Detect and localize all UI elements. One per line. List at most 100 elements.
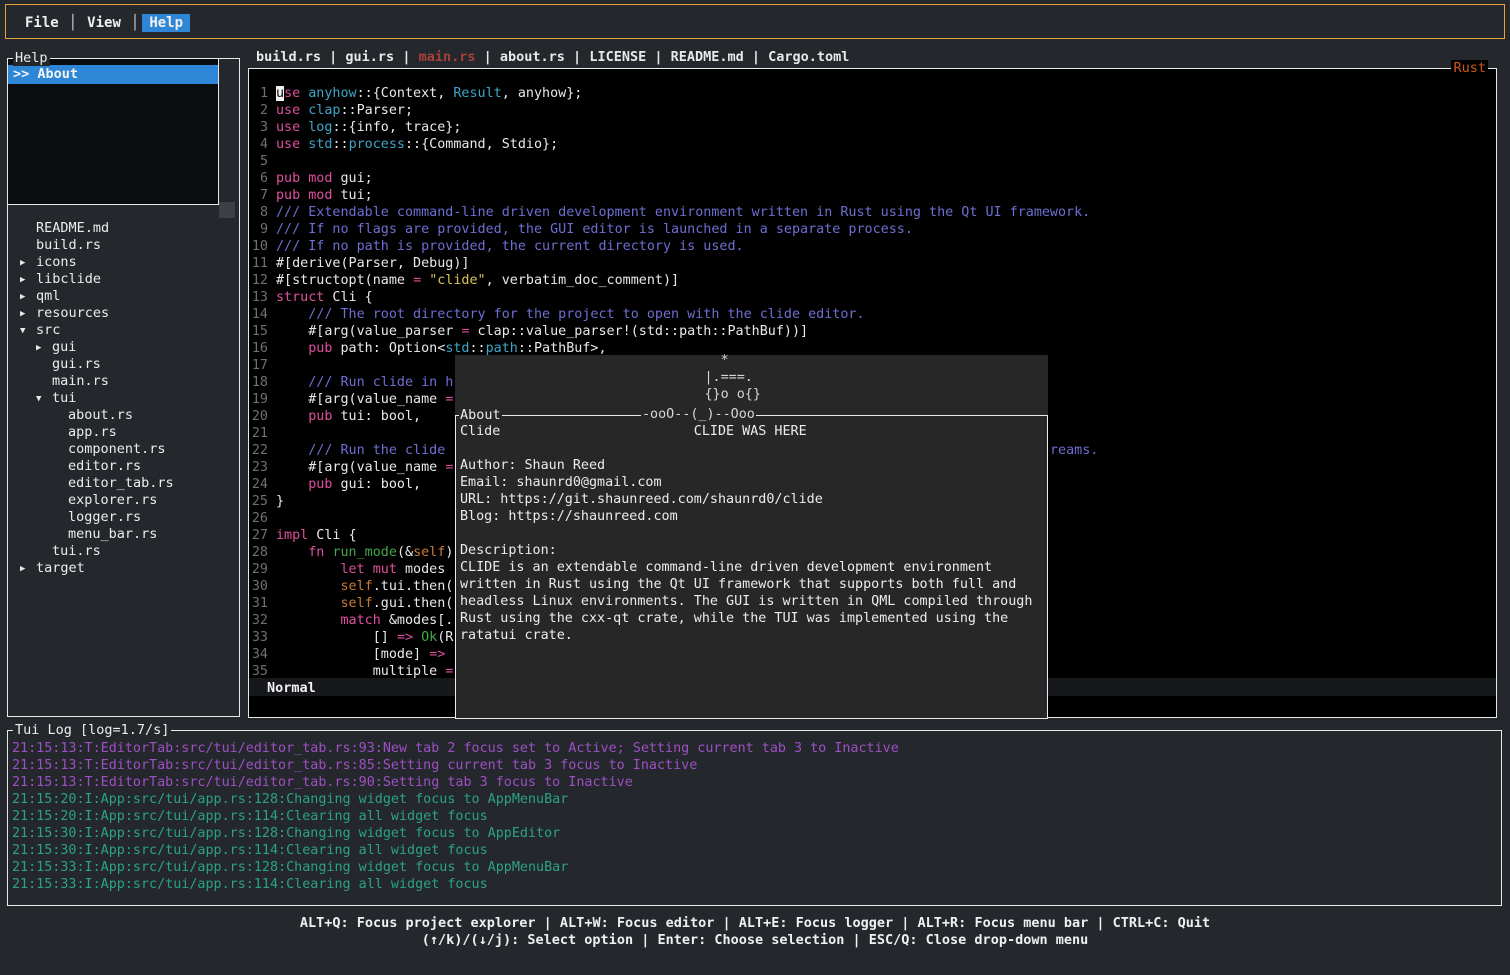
tree-item-build.rs[interactable]: build.rs	[8, 237, 239, 254]
help-menu-option-about[interactable]: >> About	[8, 65, 218, 84]
tree-item-editor_tab.rs[interactable]: editor_tab.rs	[8, 475, 239, 492]
menu-item-help[interactable]: Help	[142, 14, 190, 32]
tree-item-libclide[interactable]: ▶libclide	[8, 271, 239, 288]
about-dialog-line: Description:	[460, 542, 1047, 559]
code-token	[276, 409, 308, 424]
tree-item-editor.rs[interactable]: editor.rs	[8, 458, 239, 475]
code-token: match	[341, 613, 381, 628]
tab-build.rs[interactable]: build.rs	[256, 49, 321, 65]
help-dropdown-title: Help	[13, 50, 50, 66]
tree-item-label: editor_tab.rs	[68, 475, 174, 491]
log-entry: 21:15:13:T:EditorTab:src/tui/editor_tab.…	[12, 757, 1501, 774]
tab-license[interactable]: LICENSE	[589, 49, 646, 65]
code-text: #[arg(value_name =	[276, 459, 453, 476]
about-dialog-box: About -ooO--(_)--Ooo Clide CLIDE WAS HER…	[455, 415, 1048, 719]
tab-gui.rs[interactable]: gui.rs	[345, 49, 394, 65]
tree-item-menu_bar.rs[interactable]: menu_bar.rs	[8, 526, 239, 543]
tree-item-about.rs[interactable]: about.rs	[8, 407, 239, 424]
tree-item-target[interactable]: ▶target	[8, 560, 239, 577]
footer-shortcuts-line1: ALT+Q: Focus project explorer | ALT+W: F…	[0, 915, 1510, 932]
code-text: /// The root directory for the project t…	[276, 306, 865, 323]
tree-item-label: resources	[36, 305, 109, 321]
tree-item-label: app.rs	[68, 424, 117, 440]
about-dialog-line: Author: Shaun Reed	[460, 457, 1047, 474]
code-line: 3use log::{info, trace};	[249, 119, 1496, 136]
code-text: }	[276, 493, 284, 510]
code-token: ::PathBuf>,	[518, 341, 607, 356]
tree-item-tui.rs[interactable]: tui.rs	[8, 543, 239, 560]
tree-item-icons[interactable]: ▶icons	[8, 254, 239, 271]
code-token: =>	[397, 630, 413, 645]
code-text: impl Cli {	[276, 527, 357, 544]
tree-item-label: target	[36, 560, 85, 576]
tab-readme.md[interactable]: README.md	[671, 49, 744, 65]
code-token: #[arg(value_name	[276, 460, 445, 475]
code-token: Cli {	[308, 528, 356, 543]
tree-item-src[interactable]: ▼src	[8, 322, 239, 339]
line-number: 10	[249, 238, 268, 255]
tab-separator: |	[476, 49, 500, 65]
tree-item-explorer.rs[interactable]: explorer.rs	[8, 492, 239, 509]
code-line: 6pub mod gui;	[249, 170, 1496, 187]
tree-item-component.rs[interactable]: component.rs	[8, 441, 239, 458]
code-token: )	[445, 545, 453, 560]
tab-cargo.toml[interactable]: Cargo.toml	[768, 49, 849, 65]
tab-main.rs[interactable]: main.rs	[419, 49, 476, 65]
log-entry: 21:15:20:I:App:src/tui/app.rs:114:Cleari…	[12, 808, 1501, 825]
line-number: 8	[249, 204, 268, 221]
about-dialog-line: ratatui crate.	[460, 627, 1047, 644]
code-token	[365, 562, 373, 577]
code-text: self.tui.then(	[276, 578, 453, 595]
line-number: 24	[249, 476, 268, 493]
menu-item-file[interactable]: File	[18, 14, 66, 32]
code-token: /// Extendable command-line driven devel…	[276, 205, 1090, 220]
tree-item-logger.rs[interactable]: logger.rs	[8, 509, 239, 526]
log-entries: 21:15:13:T:EditorTab:src/tui/editor_tab.…	[8, 731, 1501, 893]
code-token: , verbatim_doc_comment)]	[486, 273, 679, 288]
tab-about.rs[interactable]: about.rs	[500, 49, 565, 65]
code-token: self	[341, 579, 373, 594]
chevron-collapsed-icon: ▶	[20, 289, 36, 306]
explorer-scrollbar-thumb[interactable]	[219, 202, 235, 218]
code-line: 10/// If no path is provided, the curren…	[249, 238, 1496, 255]
code-token: self	[413, 545, 445, 560]
code-token: Result	[453, 86, 501, 101]
tree-item-readme.md[interactable]: README.md	[8, 220, 239, 237]
tree-item-qml[interactable]: ▶qml	[8, 288, 239, 305]
chevron-collapsed-icon: ▶	[20, 255, 36, 272]
tree-item-label: main.rs	[52, 373, 109, 389]
tree-item-app.rs[interactable]: app.rs	[8, 424, 239, 441]
line-number: 25	[249, 493, 268, 510]
footer-shortcuts-line2: (↑/k)/(↓/j): Select option | Enter: Choo…	[0, 932, 1510, 949]
tree-item-label: src	[36, 322, 60, 338]
code-line: 7pub mod tui;	[249, 187, 1496, 204]
tab-separator: |	[565, 49, 589, 65]
line-number: 9	[249, 221, 268, 238]
code-token: /// Run clide in h	[308, 375, 453, 390]
tui-log-panel[interactable]: Tui Log [log=1.7/s] 21:15:13:T:EditorTab…	[7, 730, 1502, 906]
code-token: std	[445, 341, 469, 356]
code-text: /// Extendable command-line driven devel…	[276, 204, 1090, 221]
code-text: use clap::Parser;	[276, 102, 413, 119]
code-token: mod	[308, 171, 332, 186]
code-token: Cli {	[324, 290, 372, 305]
tree-item-main.rs[interactable]: main.rs	[8, 373, 239, 390]
tree-item-resources[interactable]: ▶resources	[8, 305, 239, 322]
kilroy-border-art-icon: -ooO--(_)--Ooo	[641, 407, 756, 423]
tree-item-tui[interactable]: ▼tui	[8, 390, 239, 407]
line-number: 27	[249, 527, 268, 544]
line-number: 7	[249, 187, 268, 204]
tree-item-gui[interactable]: ▶gui	[8, 339, 239, 356]
menu-item-view[interactable]: View	[80, 14, 128, 32]
line-number: 21	[249, 425, 268, 442]
line-number: 34	[249, 646, 268, 663]
line-number: 22	[249, 442, 268, 459]
code-token: mod	[308, 188, 332, 203]
tree-item-gui.rs[interactable]: gui.rs	[8, 356, 239, 373]
line-number: 30	[249, 578, 268, 595]
code-token	[421, 273, 429, 288]
code-token: Ok	[421, 630, 437, 645]
code-token	[276, 477, 308, 492]
code-text: #[arg(value_name =	[276, 391, 453, 408]
about-dialog-line: headless Linux environments. The GUI is …	[460, 593, 1047, 610]
